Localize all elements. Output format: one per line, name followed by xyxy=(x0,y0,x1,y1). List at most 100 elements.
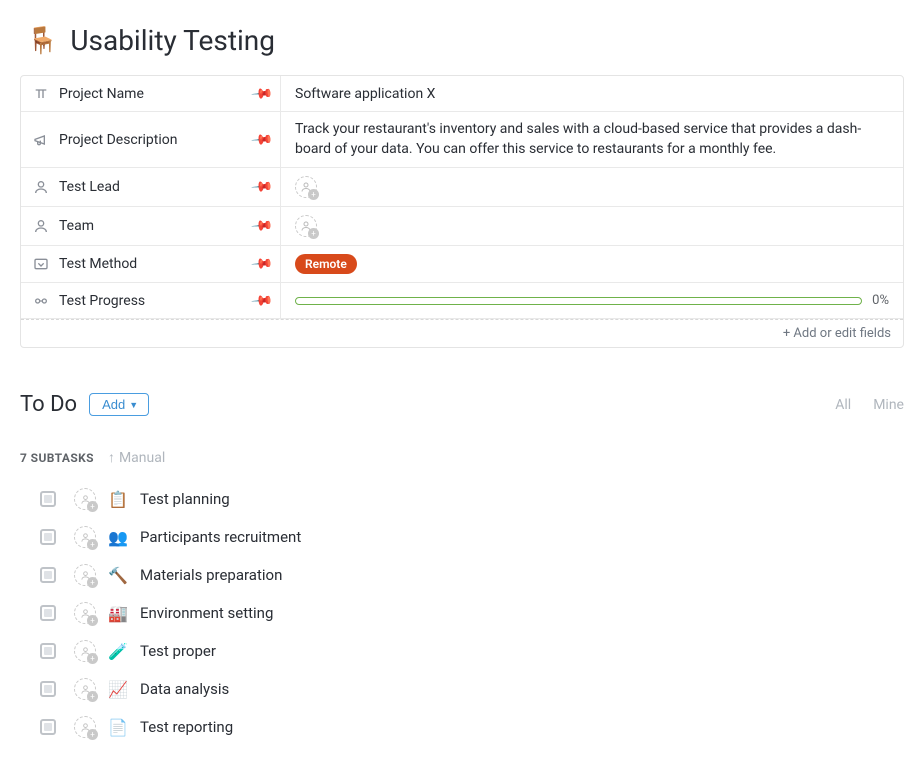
task-checkbox[interactable] xyxy=(40,681,56,697)
field-value[interactable]: Remote xyxy=(281,246,903,282)
field-value[interactable]: Track your restaurant's inventory and sa… xyxy=(281,112,903,167)
add-edit-label: + Add or edit fields xyxy=(783,326,891,341)
field-value-text: Track your restaurant's inventory and sa… xyxy=(295,120,889,159)
field-value[interactable]: + xyxy=(281,168,903,206)
field-label-cell[interactable]: Project Description 📌 xyxy=(21,112,281,167)
assign-button[interactable]: + xyxy=(74,640,96,662)
add-person-button[interactable]: + xyxy=(295,215,317,237)
method-badge[interactable]: Remote xyxy=(295,254,357,274)
page-emoji: 🪑 xyxy=(26,26,58,56)
task-name: Materials preparation xyxy=(140,566,282,584)
plus-badge-icon: + xyxy=(87,615,98,626)
task-list: + 📋 Test planning + 👥 Participants recruitmen… xyxy=(20,480,904,746)
field-label-cell[interactable]: Test Method 📌 xyxy=(21,246,281,282)
task-emoji: 🧪 xyxy=(108,642,128,661)
task-name: Test reporting xyxy=(140,718,233,736)
task-row[interactable]: + 📄 Test reporting xyxy=(20,708,904,746)
field-label: Project Description xyxy=(59,132,177,148)
task-checkbox[interactable] xyxy=(40,567,56,583)
field-row-team: Team 📌 + xyxy=(21,207,903,246)
field-row-test-lead: Test Lead 📌 + xyxy=(21,168,903,207)
assign-button[interactable]: + xyxy=(74,564,96,586)
task-emoji: 📈 xyxy=(108,680,128,699)
sort-label-text: Manual xyxy=(119,450,165,466)
field-label-cell[interactable]: Project Name 📌 xyxy=(21,76,281,111)
progress-wrap: 0% xyxy=(295,293,889,308)
add-button-label: Add xyxy=(102,397,125,412)
task-emoji: 👥 xyxy=(108,528,128,547)
plus-badge-icon: + xyxy=(308,189,319,200)
filter-mine[interactable]: Mine xyxy=(873,397,904,413)
todo-header: To Do Add ▼ All Mine xyxy=(20,348,904,423)
assign-button[interactable]: + xyxy=(74,488,96,510)
field-row-test-method: Test Method 📌 Remote xyxy=(21,246,903,283)
add-person-button[interactable]: + xyxy=(295,176,317,198)
task-checkbox[interactable] xyxy=(40,719,56,735)
arrow-up-icon: ↑ xyxy=(108,449,115,466)
task-name: Participants recruitment xyxy=(140,528,301,546)
progress-bar[interactable] xyxy=(295,297,862,305)
field-value[interactable]: + xyxy=(281,207,903,245)
custom-fields-table: Project Name 📌 Software application X Pr… xyxy=(20,75,904,348)
task-emoji: 🔨 xyxy=(108,566,128,585)
task-row[interactable]: +📈Data analysis xyxy=(20,670,904,708)
task-row[interactable]: + 🧪 Test proper xyxy=(20,632,904,670)
task-row[interactable]: + 📋 Test planning xyxy=(20,480,904,518)
pin-icon[interactable]: 📌 xyxy=(249,82,273,105)
field-value[interactable]: 0% xyxy=(281,283,903,318)
plus-badge-icon: + xyxy=(87,501,98,512)
field-label-cell[interactable]: Team 📌 xyxy=(21,207,281,245)
pin-icon[interactable]: 📌 xyxy=(249,252,273,275)
plus-badge-icon: + xyxy=(87,729,98,740)
add-edit-fields-button[interactable]: + Add or edit fields xyxy=(21,319,903,347)
page-title[interactable]: Usability Testing xyxy=(70,24,275,57)
todo-title: To Do xyxy=(20,392,77,417)
field-label: Test Method xyxy=(59,256,137,272)
field-label-cell[interactable]: Test Lead 📌 xyxy=(21,168,281,206)
todo-filters: All Mine xyxy=(835,397,904,413)
chevron-down-icon: ▼ xyxy=(129,400,138,410)
pin-icon[interactable]: 📌 xyxy=(249,175,273,198)
field-label: Test Lead xyxy=(59,179,120,195)
task-row[interactable]: + 👥 Participants recruitment xyxy=(20,518,904,556)
task-checkbox[interactable] xyxy=(40,643,56,659)
pin-icon[interactable]: 📌 xyxy=(249,214,273,237)
field-label: Team xyxy=(59,218,94,234)
subtasks-meta-row: 7 SUBTASKS ↑ Manual xyxy=(20,423,904,480)
plus-badge-icon: + xyxy=(87,653,98,664)
field-value[interactable]: Software application X xyxy=(281,76,903,111)
task-emoji: 📄 xyxy=(108,718,128,737)
person-icon xyxy=(33,218,49,234)
progress-percent: 0% xyxy=(872,293,889,308)
task-name: Test proper xyxy=(140,642,216,660)
field-row-project-description: Project Description 📌 Track your restaur… xyxy=(21,112,903,168)
task-emoji: 🏭 xyxy=(108,604,128,623)
assign-button[interactable]: + xyxy=(74,716,96,738)
task-emoji: 📋 xyxy=(108,490,128,509)
plus-badge-icon: + xyxy=(308,228,319,239)
task-checkbox[interactable] xyxy=(40,605,56,621)
filter-all[interactable]: All xyxy=(835,397,851,413)
pin-icon[interactable]: 📌 xyxy=(249,289,273,312)
task-row[interactable]: + 🔨 Materials preparation xyxy=(20,556,904,594)
task-checkbox[interactable] xyxy=(40,491,56,507)
field-row-project-name: Project Name 📌 Software application X xyxy=(21,76,903,112)
field-value-text: Software application X xyxy=(295,86,435,102)
task-row[interactable]: + 🏭 Environment setting xyxy=(20,594,904,632)
assign-button[interactable]: + xyxy=(74,602,96,624)
sort-button[interactable]: ↑ Manual xyxy=(108,449,165,466)
plus-badge-icon: + xyxy=(87,539,98,550)
task-name: Environment setting xyxy=(140,604,273,622)
add-subtask-button[interactable]: Add ▼ xyxy=(89,393,149,416)
assign-button[interactable]: + xyxy=(74,526,96,548)
task-name: Test planning xyxy=(140,490,230,508)
page-title-row: 🪑 Usability Testing xyxy=(20,0,904,75)
assign-button[interactable]: + xyxy=(74,678,96,700)
text-field-icon xyxy=(33,86,49,102)
plus-badge-icon: + xyxy=(87,691,98,702)
subtasks-count: 7 SUBTASKS xyxy=(20,451,94,465)
field-label-cell[interactable]: Test Progress 📌 xyxy=(21,283,281,318)
task-checkbox[interactable] xyxy=(40,529,56,545)
plus-badge-icon: + xyxy=(87,577,98,588)
pin-icon[interactable]: 📌 xyxy=(249,128,273,151)
